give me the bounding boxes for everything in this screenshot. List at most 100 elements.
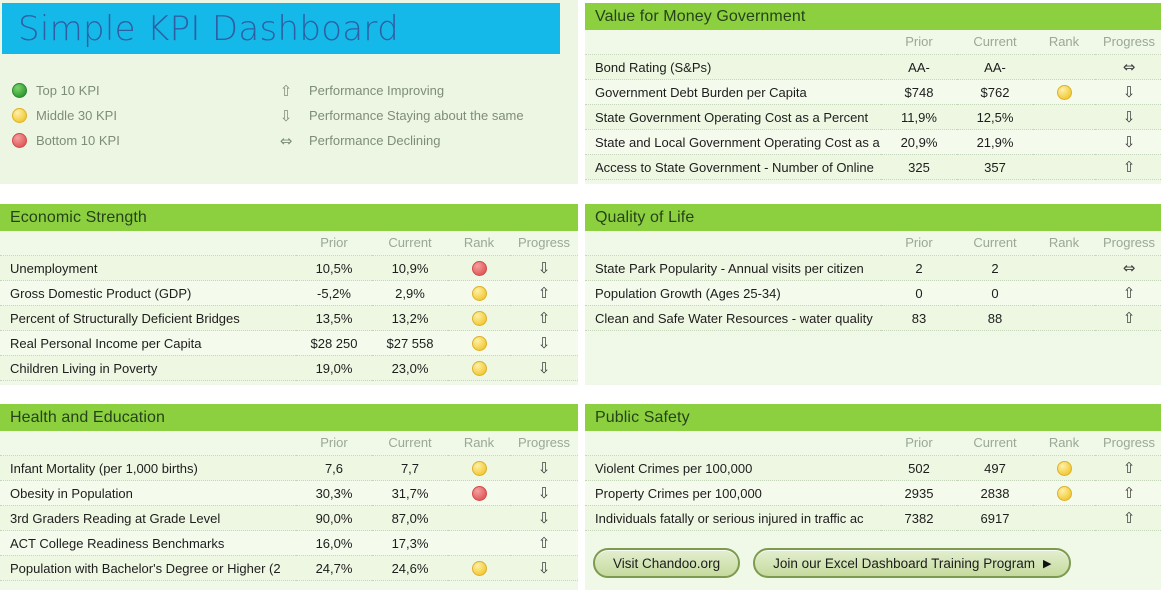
legend-rank-item: Bottom 10 KPI xyxy=(12,128,120,153)
table-row: Individuals fatally or serious injured i… xyxy=(585,505,1161,531)
kpi-prior-cell: 20,9% xyxy=(881,129,957,155)
kpi-rank-cell xyxy=(1033,255,1095,281)
kpi-rank-cell xyxy=(1033,79,1095,105)
panel-body: Prior Current Rank Progress Bond Rating (S&P… xyxy=(585,30,1161,184)
table-row: Access to State Government - Number of O… xyxy=(585,154,1161,180)
red-circle-icon xyxy=(471,261,487,277)
kpi-progress-cell: ⇩ xyxy=(1095,104,1161,130)
arrow-down-icon: ⇩ xyxy=(279,106,293,125)
column-header xyxy=(0,231,296,256)
column-header: Prior xyxy=(881,30,957,55)
legend-rank-item: Middle 30 KPI xyxy=(12,103,120,128)
kpi-rank-cell xyxy=(448,480,510,506)
legend-rank-label: Top 10 KPI xyxy=(36,83,100,98)
kpi-table: Prior Current Rank Progress Infant Mortality… xyxy=(0,431,578,581)
column-header: Current xyxy=(957,231,1033,256)
kpi-progress-cell: ⇩ xyxy=(510,480,578,506)
column-header: Current xyxy=(957,431,1033,456)
yellow-circle-icon xyxy=(471,461,487,477)
panel-title: Health and Education xyxy=(0,404,578,431)
kpi-name-cell: Population with Bachelor's Degree or Hig… xyxy=(0,555,296,581)
training-program-button[interactable]: Join our Excel Dashboard Training Progra… xyxy=(753,548,1072,578)
kpi-current-cell: $27 558 xyxy=(372,330,448,356)
column-header: Prior xyxy=(296,431,372,456)
kpi-name-cell: Infant Mortality (per 1,000 births) xyxy=(0,455,296,481)
kpi-prior-cell: -5,2% xyxy=(296,280,372,306)
yellow-circle-icon xyxy=(1056,486,1072,502)
kpi-current-cell: 23,0% xyxy=(372,355,448,381)
kpi-progress-cell: ⇔ xyxy=(1095,255,1161,281)
yellow-circle-icon xyxy=(471,336,487,352)
kpi-name-cell: Property Crimes per 100,000 xyxy=(585,480,881,506)
kpi-current-cell: 6917 xyxy=(957,505,1033,531)
column-header: Progress xyxy=(510,431,578,456)
kpi-progress-cell: ⇧ xyxy=(1095,505,1161,531)
kpi-current-cell: 17,3% xyxy=(372,530,448,556)
kpi-name-cell: Gross Domestic Product (GDP) xyxy=(0,280,296,306)
panel-quality-of-life: Quality of Life Prior Current Rank Progress S… xyxy=(585,204,1161,385)
column-header xyxy=(585,231,881,256)
legend-progress-item: ⇩ Performance Staying about the same xyxy=(276,103,524,128)
kpi-progress-cell: ⇧ xyxy=(1095,154,1161,180)
kpi-prior-cell: AA- xyxy=(881,54,957,80)
yellow-circle-icon xyxy=(471,286,487,302)
kpi-prior-cell: 13,5% xyxy=(296,305,372,331)
legend-progress-label: Performance Staying about the same xyxy=(309,108,524,123)
column-header: Prior xyxy=(296,231,372,256)
table-row: Unemployment 10,5% 10,9% ⇩ xyxy=(0,255,578,281)
legend-rank-label: Middle 30 KPI xyxy=(36,108,117,123)
column-header: Progress xyxy=(1095,231,1161,256)
yellow-circle-icon xyxy=(12,108,27,123)
column-header: Progress xyxy=(1095,30,1161,55)
yellow-circle-icon xyxy=(1056,461,1072,477)
kpi-current-cell: 31,7% xyxy=(372,480,448,506)
panel-economic-strength: Economic Strength Prior Current Rank Progres… xyxy=(0,204,578,385)
kpi-rank-cell xyxy=(1033,480,1095,506)
legend-rank-column: Top 10 KPI Middle 30 KPI Bottom 10 KPI xyxy=(12,78,120,153)
kpi-current-cell: 2838 xyxy=(957,480,1033,506)
legend-progress-label: Performance Declining xyxy=(309,133,441,148)
kpi-rank-cell xyxy=(1033,280,1095,306)
table-row: State Park Popularity - Annual visits pe… xyxy=(585,255,1161,281)
kpi-name-cell: State Government Operating Cost as a Per… xyxy=(585,104,881,130)
kpi-rank-cell xyxy=(1033,154,1095,180)
kpi-name-cell: ACT College Readiness Benchmarks xyxy=(0,530,296,556)
kpi-table: Prior Current Rank Progress Violent Crimes p… xyxy=(585,431,1161,531)
column-header xyxy=(585,30,881,55)
kpi-current-cell: 88 xyxy=(957,305,1033,331)
column-header xyxy=(0,431,296,456)
table-row: Government Debt Burden per Capita $748 $76… xyxy=(585,79,1161,105)
kpi-prior-cell: 11,9% xyxy=(881,104,957,130)
column-header: Progress xyxy=(1095,431,1161,456)
kpi-prior-cell: 7,6 xyxy=(296,455,372,481)
column-header xyxy=(585,431,881,456)
column-header: Rank xyxy=(1033,231,1095,256)
kpi-prior-cell: 19,0% xyxy=(296,355,372,381)
kpi-rank-cell xyxy=(1033,455,1095,481)
kpi-name-cell: Bond Rating (S&Ps) xyxy=(585,54,881,80)
kpi-progress-cell: ⇩ xyxy=(510,555,578,581)
legend-progress-column: ⇧ Performance Improving ⇩ Performance Stayi… xyxy=(276,78,524,153)
table-header-row: Prior Current Rank Progress xyxy=(0,431,578,456)
kpi-table: Prior Current Rank Progress Bond Rating (S&P… xyxy=(585,30,1161,180)
kpi-prior-cell: 2 xyxy=(881,255,957,281)
table-header-row: Prior Current Rank Progress xyxy=(0,231,578,256)
red-circle-icon xyxy=(12,133,27,148)
yellow-circle-icon xyxy=(1056,85,1072,101)
kpi-name-cell: Access to State Government - Number of O… xyxy=(585,154,881,180)
panel-body: Prior Current Rank Progress State Park Popul… xyxy=(585,231,1161,385)
kpi-current-cell: 12,5% xyxy=(957,104,1033,130)
kpi-progress-cell: ⇧ xyxy=(510,530,578,556)
legend-rank-label: Bottom 10 KPI xyxy=(36,133,120,148)
kpi-current-cell: 497 xyxy=(957,455,1033,481)
table-row: Property Crimes per 100,000 2935 2838 ⇧ xyxy=(585,480,1161,506)
kpi-prior-cell: $28 250 xyxy=(296,330,372,356)
table-row: Population with Bachelor's Degree or Hig… xyxy=(0,555,578,581)
kpi-prior-cell: 90,0% xyxy=(296,505,372,531)
kpi-current-cell: 13,2% xyxy=(372,305,448,331)
kpi-rank-cell xyxy=(448,355,510,381)
visit-chandoo-button[interactable]: Visit Chandoo.org xyxy=(593,548,741,578)
kpi-table: Prior Current Rank Progress Unemployment 10,5… xyxy=(0,231,578,381)
yellow-circle-icon xyxy=(471,361,487,377)
kpi-rank-cell xyxy=(448,255,510,281)
